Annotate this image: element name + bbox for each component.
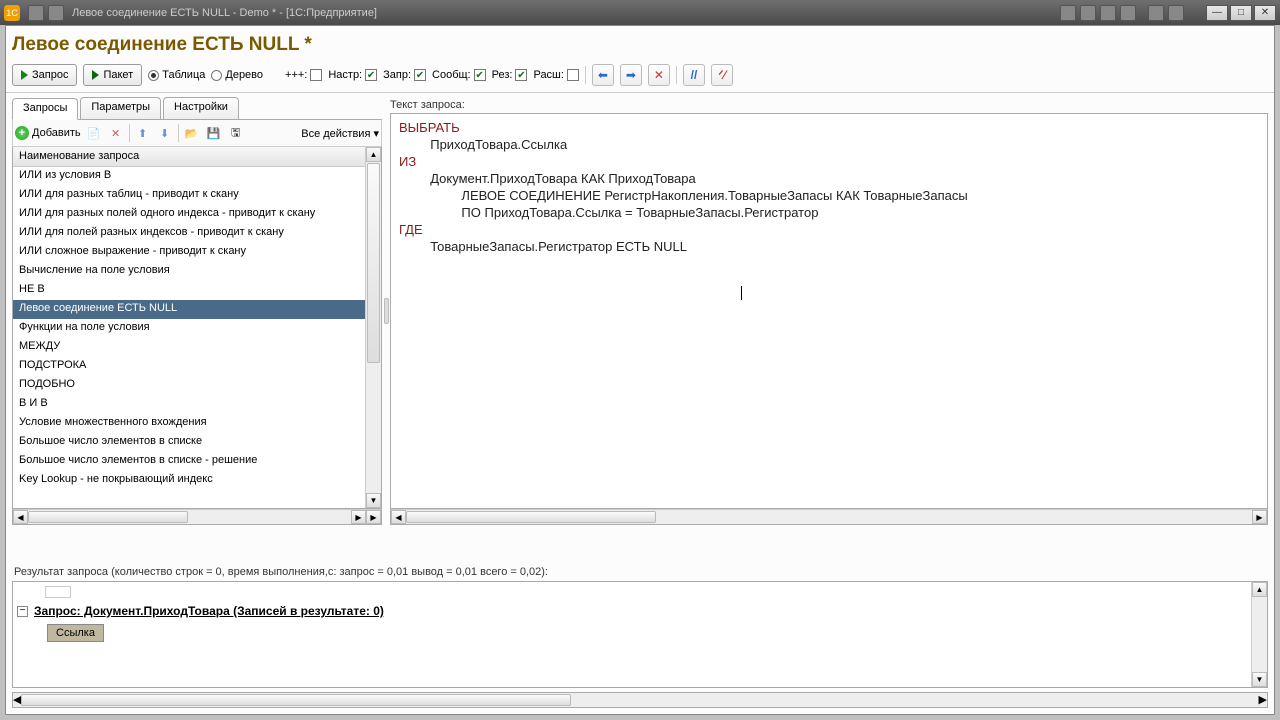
window-title: Левое соединение ЕСТЬ NULL - Demo * - [1… <box>72 7 377 19</box>
delete-icon[interactable]: ✕ <box>107 124 125 142</box>
queries-toolbar: +Добавить 📄 ✕ ⬆ ⬇ 📂 💾 🖫 Все действия ▾ <box>12 119 382 147</box>
list-item[interactable]: ИЛИ для разных полей одного индекса - пр… <box>13 205 365 224</box>
saveall-icon[interactable]: 🖫 <box>227 124 245 142</box>
maximize-button[interactable]: □ <box>1230 5 1252 21</box>
toolbar-icon-2[interactable] <box>1080 5 1096 21</box>
copy-icon[interactable]: 📄 <box>85 124 103 142</box>
toolbar-icon-6[interactable] <box>1168 5 1184 21</box>
list-item[interactable]: НЕ В <box>13 281 365 300</box>
nav-fwd-icon[interactable] <box>48 5 64 21</box>
uncomment-button[interactable]: ᐟ⁄ <box>711 64 733 86</box>
view-table-label: Таблица <box>162 69 205 81</box>
move-down-icon[interactable]: ⬇ <box>156 124 174 142</box>
result-hscrollbar[interactable]: ◀ ▶ <box>12 692 1268 708</box>
all-actions-dropdown[interactable]: Все действия ▾ <box>301 127 379 140</box>
app-icon: 1C <box>4 5 20 21</box>
toolbar-icon-3[interactable] <box>1100 5 1116 21</box>
run-query-label: Запрос <box>32 69 68 81</box>
nav-next-button[interactable]: ➡ <box>620 64 642 86</box>
toolbar-icon-1[interactable] <box>1060 5 1076 21</box>
result-checkbox[interactable]: Рез:✔ <box>492 69 528 81</box>
result-query-label: Запрос: Документ.ПриходТовара (Записей в… <box>34 604 384 618</box>
nav-prev-button[interactable]: ⬅ <box>592 64 614 86</box>
toolbar-icon-5[interactable] <box>1148 5 1164 21</box>
run-query-button[interactable]: Запрос <box>12 64 77 86</box>
main-toolbar: Запрос Пакет Таблица Дерево +++: Настр:✔… <box>6 62 1274 93</box>
tab-settings[interactable]: Настройки <box>163 97 239 119</box>
list-item[interactable]: ИЛИ из условия В <box>13 167 365 186</box>
list-item[interactable]: МЕЖДУ <box>13 338 365 357</box>
move-up-icon[interactable]: ⬆ <box>134 124 152 142</box>
view-tree-label: Дерево <box>225 69 263 81</box>
ppp-checkbox[interactable]: +++: <box>285 69 322 81</box>
list-item[interactable]: Вычисление на поле условия <box>13 262 365 281</box>
add-button[interactable]: +Добавить <box>15 126 81 140</box>
editor-hscrollbar[interactable]: ◀ ▶ <box>390 509 1268 525</box>
list-item[interactable]: Условие множественного вхождения <box>13 414 365 433</box>
tab-queries[interactable]: Запросы <box>12 98 78 120</box>
status-text: Результат запроса (количество строк = 0,… <box>6 560 556 580</box>
view-table-radio[interactable]: Таблица <box>148 69 205 81</box>
close-button[interactable]: ✕ <box>1254 5 1276 21</box>
queries-list[interactable]: Наименование запроса ИЛИ из условия ВИЛИ… <box>13 147 365 508</box>
result-column-header[interactable]: Ссылка <box>47 624 104 642</box>
tab-params[interactable]: Параметры <box>80 97 161 119</box>
query-text-label: Текст запроса: <box>390 97 1268 113</box>
vertical-splitter[interactable] <box>382 97 390 525</box>
delete-button[interactable]: ✕ <box>648 64 670 86</box>
nav-back-icon[interactable] <box>28 5 44 21</box>
query-editor[interactable]: ВЫБРАТЬ ПриходТовара.Ссылка ИЗ Документ.… <box>390 113 1268 509</box>
list-hscrollbar[interactable]: ◀ ▶ ▶ <box>12 509 382 525</box>
window-titlebar: 1C Левое соединение ЕСТЬ NULL - Demo * -… <box>0 0 1280 25</box>
result-blank-cell <box>45 586 71 598</box>
view-tree-radio[interactable]: Дерево <box>211 69 263 81</box>
list-item[interactable]: Большое число элементов в списке - решен… <box>13 452 365 471</box>
open-icon[interactable]: 📂 <box>183 124 201 142</box>
list-item[interactable]: ИЛИ для полей разных индексов - приводит… <box>13 224 365 243</box>
list-vscrollbar[interactable]: ▲ ▼ <box>365 147 381 508</box>
toolbar-icon-4[interactable] <box>1120 5 1136 21</box>
run-batch-label: Пакет <box>103 69 133 81</box>
save-icon[interactable]: 💾 <box>205 124 223 142</box>
list-header: Наименование запроса <box>13 147 365 167</box>
result-area: − Запрос: Документ.ПриходТовара (Записей… <box>12 581 1268 688</box>
list-item[interactable]: Key Lookup - не покрывающий индекс <box>13 471 365 490</box>
extended-checkbox[interactable]: Расш: <box>533 69 578 81</box>
queries-pane: Запросы Параметры Настройки +Добавить 📄 … <box>12 97 382 525</box>
play-icon <box>21 70 28 80</box>
result-expander[interactable]: − <box>17 606 28 617</box>
plus-icon: + <box>15 126 29 140</box>
settings-checkbox[interactable]: Настр:✔ <box>328 69 377 81</box>
list-item[interactable]: В И В <box>13 395 365 414</box>
comment-button[interactable]: // <box>683 64 705 86</box>
result-vscrollbar[interactable]: ▲ ▼ <box>1251 582 1267 687</box>
list-item[interactable]: ПОДОБНО <box>13 376 365 395</box>
list-item[interactable]: Большое число элементов в списке <box>13 433 365 452</box>
list-item[interactable]: Левое соединение ЕСТЬ NULL <box>13 300 365 319</box>
play-icon <box>92 70 99 80</box>
run-batch-button[interactable]: Пакет <box>83 64 142 86</box>
list-item[interactable]: Функции на поле условия <box>13 319 365 338</box>
list-item[interactable]: ИЛИ для разных таблиц - приводит к скану <box>13 186 365 205</box>
query-checkbox[interactable]: Запр:✔ <box>383 69 426 81</box>
list-item[interactable]: ИЛИ сложное выражение - приводит к скану <box>13 243 365 262</box>
messages-checkbox[interactable]: Сообщ:✔ <box>432 69 486 81</box>
page-title: Левое соединение ЕСТЬ NULL * <box>6 26 1274 62</box>
minimize-button[interactable]: — <box>1206 5 1228 21</box>
query-text-pane: Текст запроса: ВЫБРАТЬ ПриходТовара.Ссыл… <box>390 97 1268 525</box>
list-item[interactable]: ПОДСТРОКА <box>13 357 365 376</box>
